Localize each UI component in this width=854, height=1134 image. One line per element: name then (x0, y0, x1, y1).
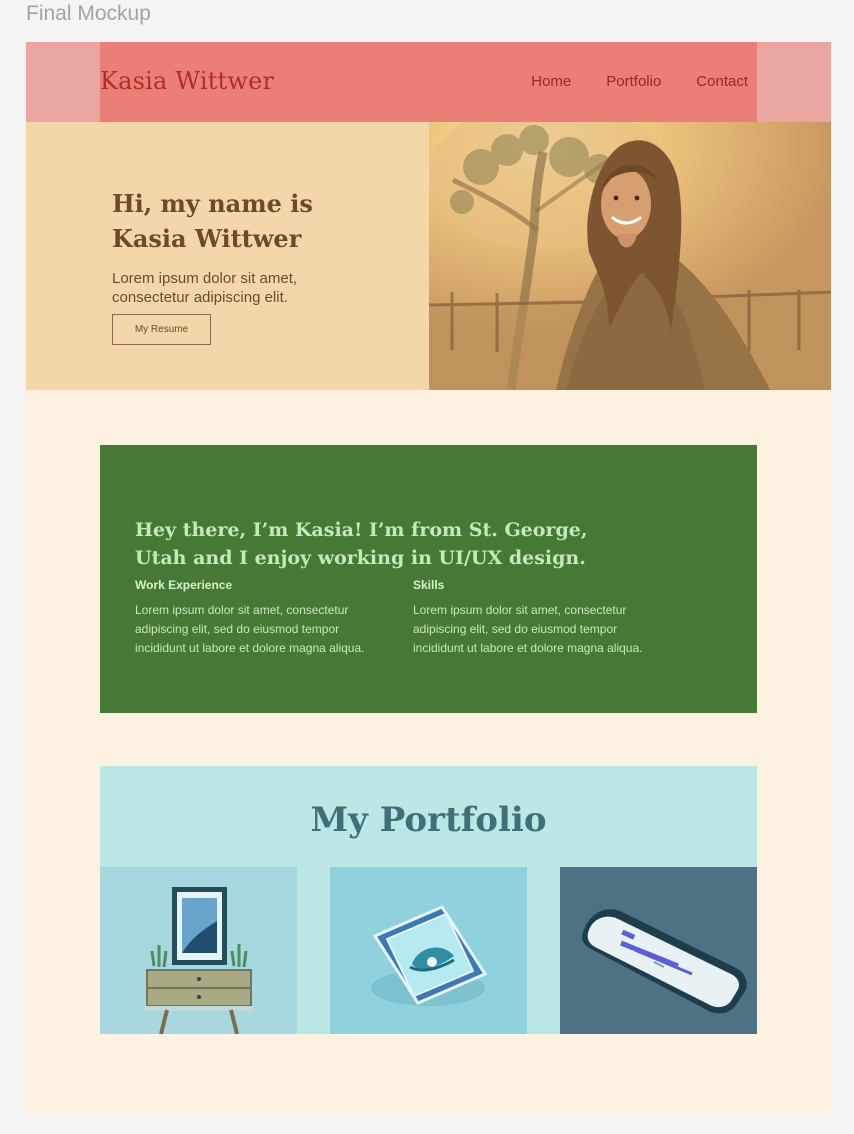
playing-card-mockup-image (330, 867, 527, 1034)
nav-home-link[interactable]: Home (531, 73, 571, 90)
hero-title: Hi, my name is Kasia Wittwer (112, 189, 313, 254)
site-logo[interactable]: Kasia Wittwer (100, 67, 274, 95)
nav-contact-link[interactable]: Contact (696, 73, 748, 90)
skills-text: Lorem ipsum dolor sit amet, consectetur … (413, 603, 643, 655)
site-header: Kasia Wittwer Home Portfolio Contact (26, 42, 831, 123)
hero-description: Lorem ipsum dolor sit amet, consectetur … (112, 270, 298, 306)
portfolio-card-cards[interactable] (330, 867, 527, 1034)
header-inner: Kasia Wittwer Home Portfolio Contact (100, 42, 757, 122)
resume-button[interactable]: My Resume (112, 314, 211, 345)
mockup-frame: Kasia Wittwer Home Portfolio Contact Hi,… (26, 42, 831, 1114)
poster-mockup-image (100, 867, 297, 1034)
about-section: Hey there, I’m Kasia! I’m from St. Georg… (100, 445, 757, 713)
about-heading: Hey there, I’m Kasia! I’m from St. Georg… (135, 518, 588, 569)
canvas-label: Final Mockup (26, 2, 151, 25)
profile-photo-illustration (429, 122, 831, 390)
main-navigation: Home Portfolio Contact (531, 73, 748, 90)
phone-mockup-image (560, 867, 757, 1034)
work-experience-title: Work Experience (135, 578, 233, 592)
portfolio-title: My Portfolio (310, 800, 547, 841)
profile-photo (429, 122, 831, 390)
skills-title: Skills (413, 578, 445, 592)
work-experience-column: Work Experience Lorem ipsum dolor sit am… (135, 578, 390, 658)
work-experience-text: Lorem ipsum dolor sit amet, consectetur … (135, 603, 365, 655)
portfolio-card-phone[interactable] (560, 867, 757, 1034)
skills-column: Skills Lorem ipsum dolor sit amet, conse… (413, 578, 668, 658)
hero-section: Hi, my name is Kasia Wittwer Lorem ipsum… (26, 122, 831, 390)
portfolio-card-poster[interactable] (100, 867, 297, 1034)
portfolio-section: My Portfolio (100, 766, 757, 1034)
nav-portfolio-link[interactable]: Portfolio (606, 73, 661, 90)
